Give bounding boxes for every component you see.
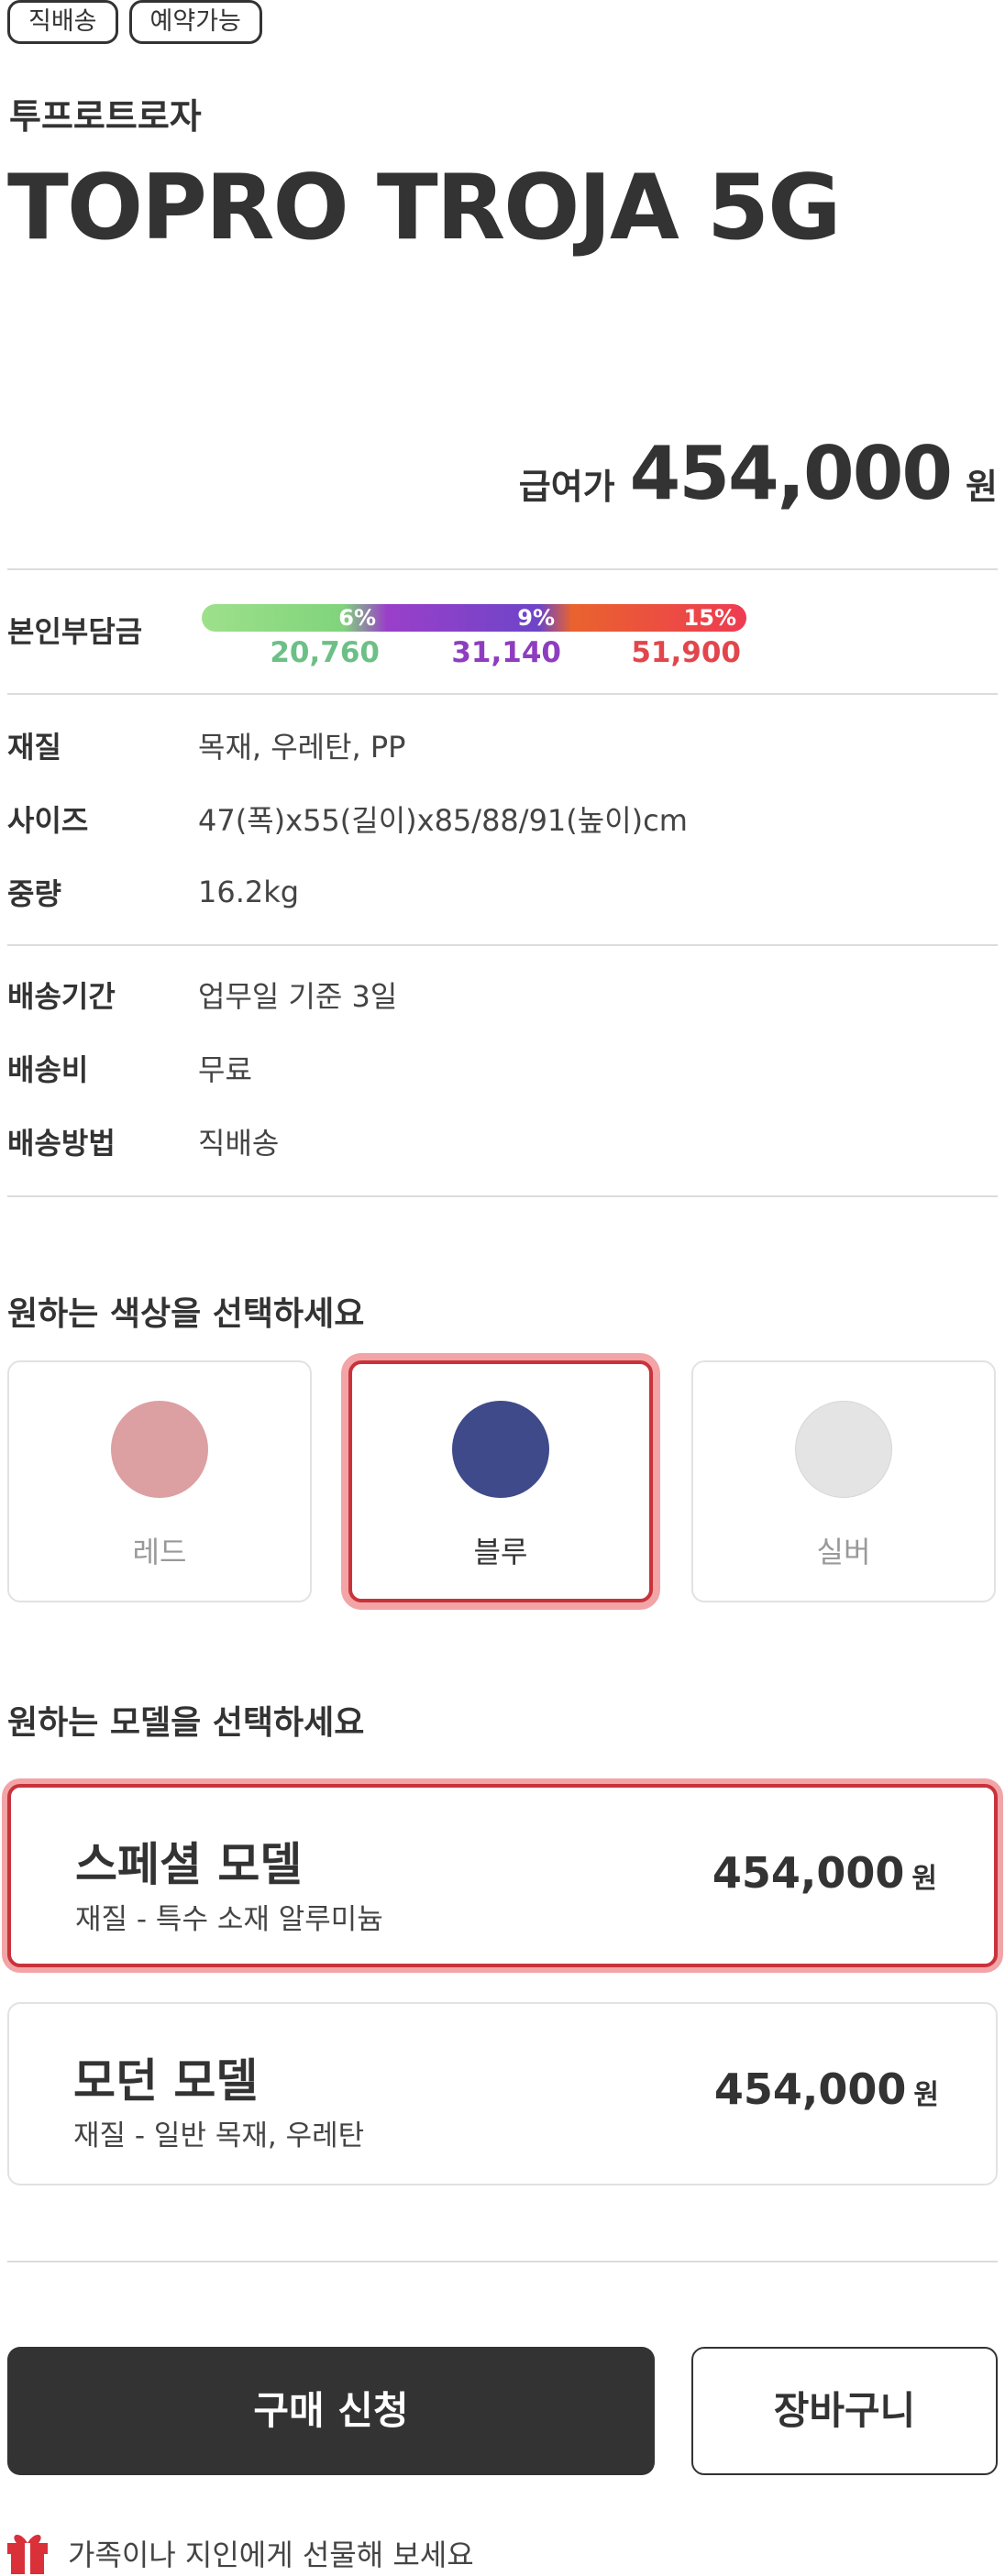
delivery-row-method: 배송방법 직배송 xyxy=(7,1120,279,1162)
spec-value: 목재, 우레탄, PP xyxy=(198,730,406,765)
model-price-unit: 원 xyxy=(911,1863,937,1895)
spec-row-material: 재질 목재, 우레탄, PP xyxy=(7,724,405,766)
spec-value: 16.2kg xyxy=(198,875,300,909)
delivery-row-fee: 배송비 무료 xyxy=(7,1047,252,1089)
model-price-value: 454,000 xyxy=(712,1848,905,1898)
brand-name: 투프로트로자 xyxy=(9,96,202,137)
color-section-title: 원하는 색상을 선택하세요 xyxy=(7,1295,365,1333)
model-option-desc: 재질 - 특수 소재 알루미늄 xyxy=(75,1903,383,1936)
copay-amount-9: 31,140 xyxy=(451,636,561,669)
color-option-label: 블루 xyxy=(473,1535,528,1569)
copay-percent-15: 15% xyxy=(683,605,736,631)
delivery-row-period: 배송기간 업무일 기준 3일 xyxy=(7,974,397,1016)
copay-amount-6: 20,760 xyxy=(270,636,380,669)
copay-percent-9: 9% xyxy=(517,605,555,631)
model-option-special[interactable]: 스페셜 모델 재질 - 특수 소재 알루미늄 454,000 원 xyxy=(7,1784,998,1967)
delivery-value: 무료 xyxy=(198,1052,252,1087)
spec-row-weight: 중량 16.2kg xyxy=(7,871,299,913)
badge-direct-delivery: 직배송 xyxy=(7,0,118,44)
delivery-value: 업무일 기준 3일 xyxy=(198,979,398,1014)
badge-list: 직배송 예약가능 xyxy=(7,0,262,44)
color-option-blue[interactable]: 블루 xyxy=(348,1360,653,1602)
price-unit: 원 xyxy=(966,467,998,507)
delivery-label: 배송비 xyxy=(7,1052,89,1087)
divider xyxy=(7,568,998,570)
delivery-label: 배송기간 xyxy=(7,979,116,1014)
copay-label: 본인부담금 xyxy=(7,614,143,649)
color-option-label: 레드 xyxy=(132,1535,187,1569)
spec-label: 사이즈 xyxy=(7,803,89,838)
model-option-name: 모던 모델 xyxy=(73,2054,259,2108)
model-option-name: 스페셜 모델 xyxy=(75,1838,303,1891)
spec-label: 중량 xyxy=(7,876,61,911)
divider xyxy=(7,693,998,695)
model-option-modern[interactable]: 모던 모델 재질 - 일반 목재, 우레탄 454,000 원 xyxy=(7,2002,998,2185)
spec-value: 47(폭)x55(길이)x85/88/91(높이)cm xyxy=(198,803,688,838)
purchase-request-button[interactable]: 구매 신청 xyxy=(7,2347,655,2475)
price-label: 급여가 xyxy=(518,467,615,507)
product-title: TOPRO TROJA 5G xyxy=(7,156,842,260)
model-section-title: 원하는 모델을 선택하세요 xyxy=(7,1704,365,1742)
color-swatch-silver xyxy=(795,1401,892,1498)
divider xyxy=(7,1195,998,1197)
divider xyxy=(7,2261,998,2262)
color-swatch-blue xyxy=(452,1401,549,1498)
badge-reservable: 예약가능 xyxy=(128,0,262,44)
model-price-unit: 원 xyxy=(913,2079,939,2111)
copay-amount-15: 51,900 xyxy=(631,636,741,669)
price-value: 454,000 xyxy=(629,431,953,516)
color-option-silver[interactable]: 실버 xyxy=(691,1360,996,1602)
delivery-value: 직배송 xyxy=(198,1126,280,1161)
model-option-price: 454,000 원 xyxy=(714,2064,939,2114)
copay-percent-6: 6% xyxy=(338,605,376,631)
color-option-red[interactable]: 레드 xyxy=(7,1360,312,1602)
price-row: 급여가 454,000 원 xyxy=(519,431,998,516)
delivery-label: 배송방법 xyxy=(7,1126,116,1161)
spec-label: 재질 xyxy=(7,730,61,765)
model-option-price: 454,000 원 xyxy=(712,1848,937,1898)
cart-button[interactable]: 장바구니 xyxy=(691,2347,998,2475)
spec-row-size: 사이즈 47(폭)x55(길이)x85/88/91(높이)cm xyxy=(7,798,688,840)
gift-link[interactable]: 가족이나 지인에게 선물해 보세요 xyxy=(6,2528,474,2576)
color-option-label: 실버 xyxy=(816,1535,871,1569)
color-swatch-red xyxy=(111,1401,208,1498)
model-option-desc: 재질 - 일반 목재, 우레탄 xyxy=(73,2119,365,2152)
gift-icon xyxy=(6,2528,50,2576)
model-price-value: 454,000 xyxy=(713,2064,907,2114)
divider xyxy=(7,944,998,946)
gift-text: 가족이나 지인에게 선물해 보세요 xyxy=(68,2537,474,2572)
